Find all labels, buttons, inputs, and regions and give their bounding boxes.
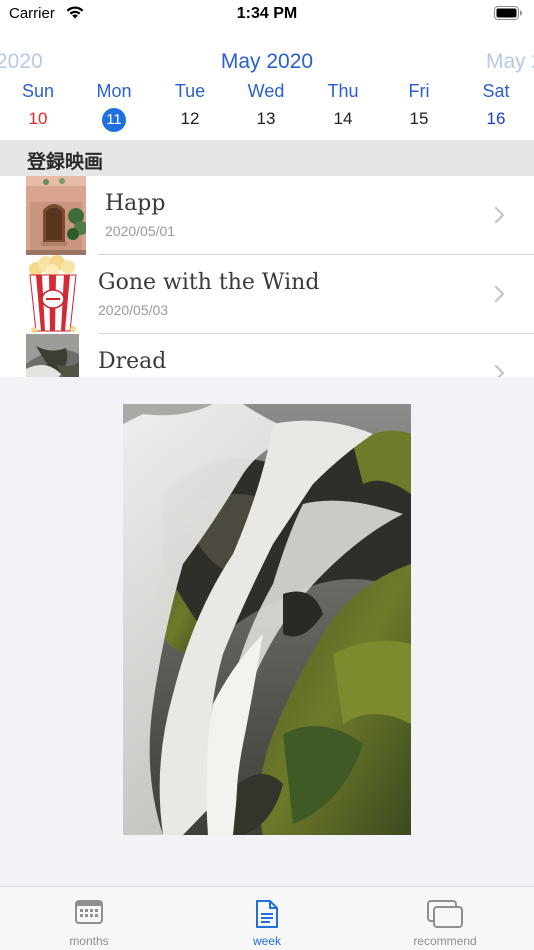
movie-thumbnail-popcorn: [26, 255, 80, 334]
movie-date: 2020/05/03: [98, 302, 169, 318]
movie-title: Dread: [98, 349, 167, 374]
day-number: 11: [102, 108, 126, 132]
movie-title: Happ: [105, 191, 166, 216]
day-cell[interactable]: 12: [152, 107, 228, 131]
weekday-thu: Thu: [327, 81, 359, 101]
section-title: 登録映画: [27, 152, 104, 173]
weekday-wed: Wed: [247, 81, 285, 101]
next-month-label[interactable]: May 2: [486, 50, 534, 74]
section-header: 登録映画: [0, 140, 534, 176]
tab-week[interactable]: week: [178, 887, 356, 950]
chevron-right-icon: [494, 206, 506, 229]
featured-waterfall-image: [123, 404, 411, 835]
list-item[interactable]: Dread: [0, 334, 534, 377]
movie-date: 2020/05/01: [105, 223, 176, 239]
day-cell-selected[interactable]: 11: [76, 107, 152, 132]
day-number: 12: [180, 109, 200, 128]
day-cell[interactable]: 13: [228, 107, 304, 131]
day-number: 14: [333, 109, 353, 128]
movie-list[interactable]: Happ 2020/05/01 Gone with the Wind 2020/…: [0, 176, 534, 377]
tab-bar: months week recommend: [0, 886, 534, 950]
calendar-icon: [75, 899, 103, 930]
current-month-label: May 2020: [220, 50, 314, 73]
battery-icon: [494, 6, 523, 25]
day-number: 10: [28, 109, 48, 128]
day-number: 16: [486, 109, 506, 128]
tab-label: recommend: [413, 934, 477, 948]
status-bar: Carrier 1:34 PM: [0, 0, 534, 30]
week-calendar[interactable]: 2020 May 2020 May 2 Sun Mon Tue Wed Thu …: [0, 30, 534, 140]
day-cell[interactable]: 10: [0, 107, 76, 131]
tab-label: week: [252, 934, 281, 948]
tab-months[interactable]: months: [0, 887, 178, 950]
day-cell[interactable]: 16: [458, 107, 534, 131]
status-time: 1:34 PM: [236, 5, 298, 22]
day-number: 15: [409, 109, 429, 128]
cards-icon: [426, 899, 464, 934]
weekday-sun: Sun: [21, 81, 55, 101]
movie-thumbnail-door: [26, 176, 86, 255]
day-cell[interactable]: 14: [305, 107, 381, 131]
tab-recommend[interactable]: recommend: [356, 887, 534, 950]
weekday-mon: Mon: [96, 81, 132, 101]
list-item[interactable]: Gone with the Wind 2020/05/03: [0, 255, 534, 334]
day-cell[interactable]: 15: [381, 107, 457, 131]
movie-title: Gone with the Wind: [98, 270, 320, 295]
weekday-tue: Tue: [174, 81, 206, 101]
movie-thumbnail-waterfall: [26, 334, 79, 377]
tab-label: months: [69, 934, 109, 948]
weekday-fri: Fri: [408, 81, 430, 101]
weekday-sat: Sat: [482, 81, 510, 101]
chevron-right-icon: [494, 364, 506, 377]
document-icon: [255, 899, 279, 934]
list-item[interactable]: Happ 2020/05/01: [0, 176, 534, 255]
day-number: 13: [256, 109, 276, 128]
chevron-right-icon: [494, 285, 506, 308]
